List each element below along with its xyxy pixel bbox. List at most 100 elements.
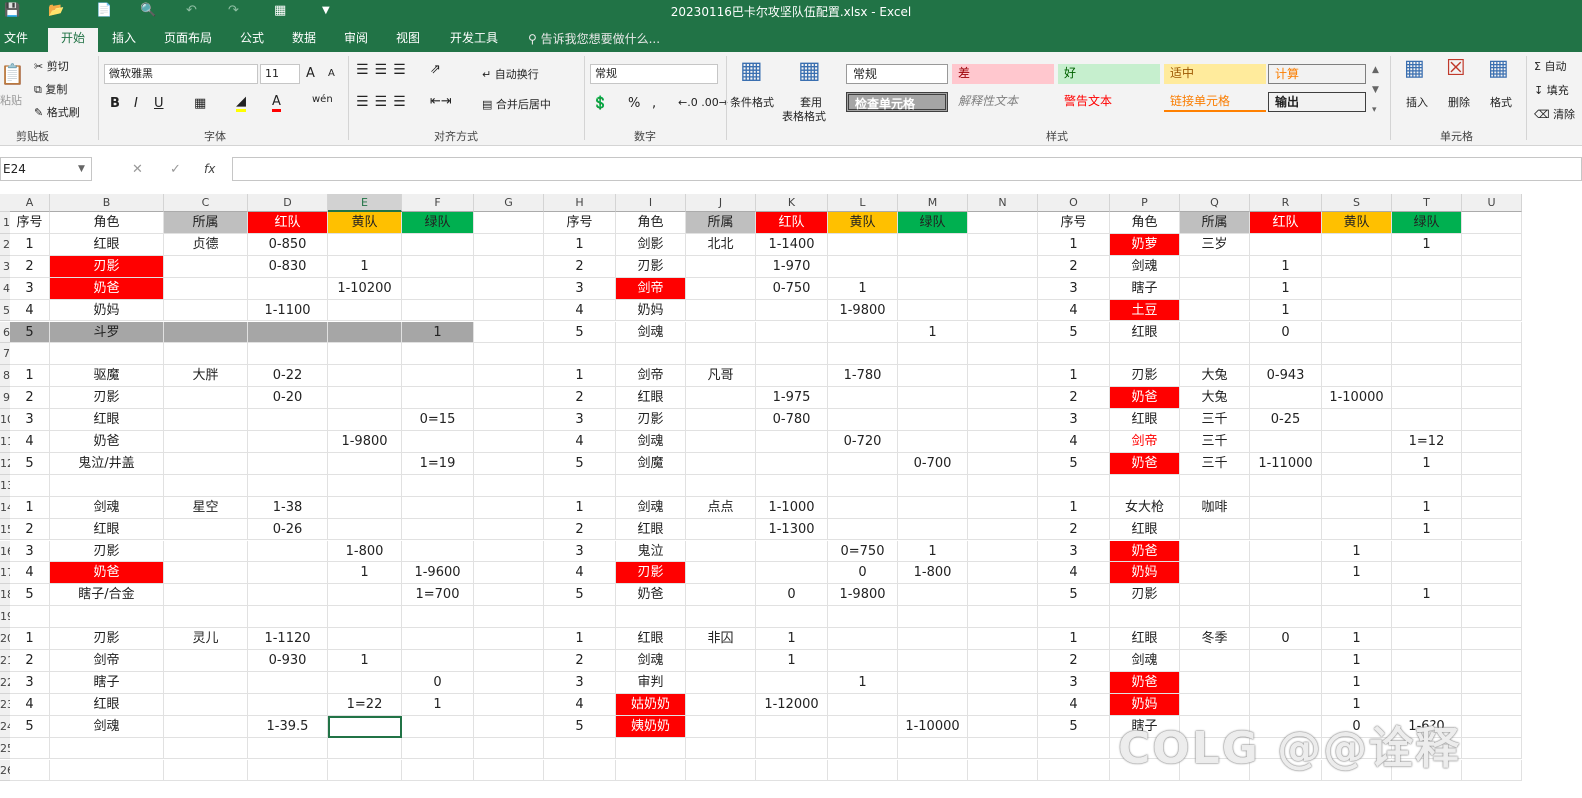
- name-box-dropdown-icon[interactable]: ▼: [78, 164, 85, 174]
- cell-H23[interactable]: 4: [544, 693, 616, 716]
- style-normal[interactable]: 常规: [846, 64, 948, 84]
- cell-C11[interactable]: [164, 431, 248, 453]
- cell-K18[interactable]: 0: [756, 584, 828, 607]
- cell-B22[interactable]: 瞎子: [50, 671, 164, 694]
- tab-review[interactable]: 审阅: [336, 28, 376, 52]
- vertical-align-icons[interactable]: ☰☰☰: [356, 62, 412, 78]
- conditional-format-button[interactable]: 条件格式: [730, 94, 774, 110]
- cell-Q21[interactable]: [1180, 650, 1250, 672]
- cell-P14[interactable]: 女大枪: [1110, 496, 1180, 519]
- cell-K21[interactable]: 1: [756, 650, 828, 672]
- cell-R4[interactable]: 1: [1250, 277, 1322, 300]
- cell-C6[interactable]: [164, 321, 248, 344]
- cell-F26[interactable]: [402, 759, 474, 782]
- cell-N22[interactable]: [968, 671, 1038, 694]
- cell-E20[interactable]: [328, 628, 402, 650]
- cell-H16[interactable]: 3: [544, 540, 616, 563]
- cell-D25[interactable]: [248, 737, 328, 760]
- cell-F16[interactable]: [402, 540, 474, 563]
- cell-E25[interactable]: [328, 737, 402, 760]
- cell-S4[interactable]: [1322, 277, 1392, 300]
- row-header-14[interactable]: 14: [0, 496, 10, 519]
- row-header-6[interactable]: 6: [0, 321, 10, 344]
- cell-K14[interactable]: 1-1000: [756, 496, 828, 519]
- merge-center-button[interactable]: ▤ 合并后居中: [482, 96, 551, 112]
- cell-C3[interactable]: [164, 255, 248, 278]
- cell-N19[interactable]: [968, 606, 1038, 629]
- cell-J11[interactable]: [686, 431, 756, 453]
- cell-R8[interactable]: 0-943: [1250, 365, 1322, 388]
- cell-R13[interactable]: [1250, 474, 1322, 497]
- cell-I10[interactable]: 刃影: [616, 409, 686, 431]
- column-header-A[interactable]: A: [10, 194, 50, 212]
- row-header-1[interactable]: 1: [0, 212, 10, 234]
- cell-D8[interactable]: 0-22: [248, 365, 328, 388]
- cell-I14[interactable]: 剑魂: [616, 496, 686, 519]
- column-header-U[interactable]: U: [1462, 194, 1522, 212]
- cut-button[interactable]: ✂ 剪切: [34, 58, 69, 74]
- cell-U25[interactable]: [1462, 737, 1522, 760]
- cell-O14[interactable]: 1: [1038, 496, 1110, 519]
- cell-P13[interactable]: [1110, 474, 1180, 497]
- cell-G11[interactable]: [474, 431, 544, 453]
- cell-B14[interactable]: 剑魂: [50, 496, 164, 519]
- cell-G15[interactable]: [474, 518, 544, 541]
- cell-H2[interactable]: 1: [544, 233, 616, 256]
- cell-L22[interactable]: 1: [828, 671, 898, 694]
- cell-J8[interactable]: 凡哥: [686, 365, 756, 388]
- cell-J21[interactable]: [686, 650, 756, 672]
- cell-J18[interactable]: [686, 584, 756, 607]
- cell-G1[interactable]: [474, 212, 544, 234]
- row-header-17[interactable]: 17: [0, 562, 10, 585]
- cell-P21[interactable]: 剑魂: [1110, 650, 1180, 672]
- cell-S14[interactable]: [1322, 496, 1392, 519]
- cell-O21[interactable]: 2: [1038, 650, 1110, 672]
- cell-A7[interactable]: [10, 343, 50, 366]
- cell-N7[interactable]: [968, 343, 1038, 366]
- cell-R15[interactable]: [1250, 518, 1322, 541]
- cell-R21[interactable]: [1250, 650, 1322, 672]
- cell-P16[interactable]: 奶爸: [1110, 540, 1180, 563]
- cell-U4[interactable]: [1462, 277, 1522, 300]
- cell-P10[interactable]: 红眼: [1110, 409, 1180, 431]
- cell-C15[interactable]: [164, 518, 248, 541]
- cell-U1[interactable]: [1462, 212, 1522, 234]
- cell-B25[interactable]: [50, 737, 164, 760]
- cell-C7[interactable]: [164, 343, 248, 366]
- cell-S3[interactable]: [1322, 255, 1392, 278]
- cell-E4[interactable]: 1-10200: [328, 277, 402, 300]
- insert-cells-button[interactable]: 插入: [1406, 94, 1428, 110]
- row-header-12[interactable]: 12: [0, 452, 10, 475]
- cell-L11[interactable]: 0-720: [828, 431, 898, 453]
- cell-I16[interactable]: 鬼泣: [616, 540, 686, 563]
- cell-J2[interactable]: 北北: [686, 233, 756, 256]
- cell-E14[interactable]: [328, 496, 402, 519]
- cell-P8[interactable]: 刃影: [1110, 365, 1180, 388]
- cell-T19[interactable]: [1392, 606, 1462, 629]
- cell-S21[interactable]: 1: [1322, 650, 1392, 672]
- cell-A9[interactable]: 2: [10, 387, 50, 410]
- cell-D15[interactable]: 0-26: [248, 518, 328, 541]
- cell-I3[interactable]: 刃影: [616, 255, 686, 278]
- cell-I15[interactable]: 红眼: [616, 518, 686, 541]
- cell-B23[interactable]: 红眼: [50, 693, 164, 716]
- cell-K7[interactable]: [756, 343, 828, 366]
- cell-C14[interactable]: 星空: [164, 496, 248, 519]
- cell-A26[interactable]: [10, 759, 50, 782]
- italic-button[interactable]: I: [134, 96, 138, 111]
- style-check-cell[interactable]: 检查单元格: [846, 92, 948, 112]
- cell-H5[interactable]: 4: [544, 299, 616, 322]
- cell-U14[interactable]: [1462, 496, 1522, 519]
- cell-K17[interactable]: [756, 562, 828, 585]
- cell-O3[interactable]: 2: [1038, 255, 1110, 278]
- cell-I19[interactable]: [616, 606, 686, 629]
- cell-O10[interactable]: 3: [1038, 409, 1110, 431]
- cell-M21[interactable]: [898, 650, 968, 672]
- cell-G12[interactable]: [474, 452, 544, 475]
- select-all-corner[interactable]: [0, 194, 10, 212]
- cell-M4[interactable]: [898, 277, 968, 300]
- decimal-icons[interactable]: ←.0 .00→: [678, 96, 728, 109]
- cell-G22[interactable]: [474, 671, 544, 694]
- cell-A19[interactable]: [10, 606, 50, 629]
- comma-button[interactable]: ,: [652, 96, 656, 111]
